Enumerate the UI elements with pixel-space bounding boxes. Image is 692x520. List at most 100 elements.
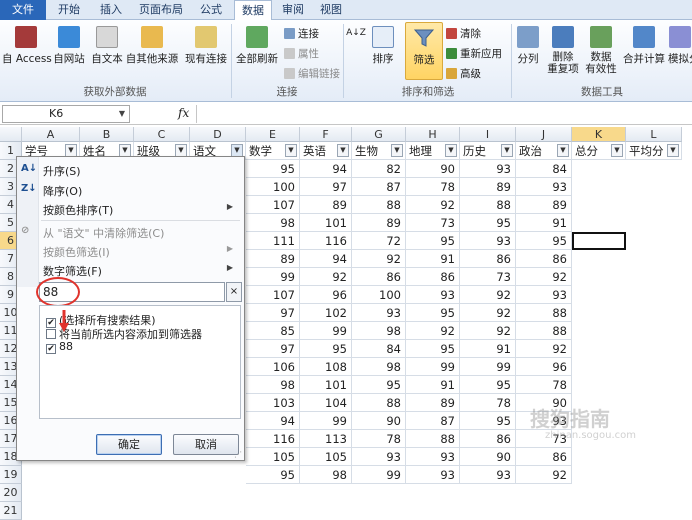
filter-dropdown-icon[interactable]: ▼ [285, 144, 297, 157]
column-header-g[interactable]: G [352, 127, 406, 142]
data-cell[interactable]: 95 [406, 304, 460, 322]
data-cell[interactable]: 88 [352, 394, 406, 412]
data-cell[interactable]: 105 [300, 448, 352, 466]
row-header-19[interactable]: 19 [0, 466, 22, 484]
data-cell[interactable]: 72 [352, 232, 406, 250]
column-header-c[interactable]: C [134, 127, 190, 142]
data-cell[interactable]: 97 [246, 340, 300, 358]
filter-dropdown-icon[interactable]: ▼ [445, 144, 457, 157]
from-access-button[interactable]: 自 Access [2, 26, 52, 66]
data-cell[interactable]: 95 [406, 340, 460, 358]
data-cell[interactable]: 92 [460, 322, 516, 340]
data-cell[interactable]: 104 [300, 394, 352, 412]
header-cell[interactable]: 生物 ▼ [352, 142, 406, 160]
data-cell[interactable]: 95 [352, 376, 406, 394]
data-cell[interactable]: 95 [246, 160, 300, 178]
data-cell[interactable]: 93 [406, 466, 460, 484]
data-cell[interactable]: 92 [406, 196, 460, 214]
tab-file[interactable]: 文件 [0, 0, 46, 20]
data-cell[interactable]: 89 [246, 250, 300, 268]
active-cell-k6[interactable] [572, 232, 626, 250]
data-cell[interactable]: 98 [352, 358, 406, 376]
tab-review[interactable]: 审阅 [276, 0, 310, 20]
data-cell[interactable]: 99 [352, 466, 406, 484]
filter-dropdown-icon[interactable]: ▼ [667, 144, 679, 157]
data-cell[interactable]: 93 [460, 232, 516, 250]
sort-az-button[interactable]: A↓Z [346, 28, 366, 38]
data-cell[interactable]: 82 [352, 160, 406, 178]
data-cell[interactable]: 99 [300, 322, 352, 340]
data-cell[interactable]: 91 [406, 250, 460, 268]
data-cell[interactable]: 95 [406, 232, 460, 250]
data-cell[interactable]: 85 [246, 322, 300, 340]
column-header-k[interactable]: K [572, 127, 626, 142]
data-cell[interactable]: 99 [300, 412, 352, 430]
data-cell[interactable]: 93 [460, 160, 516, 178]
data-cell[interactable]: 92 [460, 286, 516, 304]
data-cell[interactable]: 86 [460, 250, 516, 268]
header-cell[interactable]: 平均分 ▼ [626, 142, 682, 160]
refresh-all-button[interactable]: 全部刷新 [234, 26, 280, 66]
data-cell[interactable]: 93 [406, 286, 460, 304]
data-cell[interactable]: 111 [246, 232, 300, 250]
column-header-d[interactable]: D [190, 127, 246, 142]
filter-dropdown-icon[interactable]: ▼ [611, 144, 623, 157]
data-cell[interactable]: 99 [406, 358, 460, 376]
existing-connections-button[interactable]: 现有连接 [184, 26, 228, 66]
resize-grip-icon[interactable]: ⋰ [234, 450, 242, 459]
checkbox[interactable] [46, 329, 56, 339]
header-cell[interactable]: 地理 ▼ [406, 142, 460, 160]
data-cell[interactable]: 101 [300, 376, 352, 394]
data-cell[interactable]: 93 [352, 304, 406, 322]
data-cell[interactable]: 78 [516, 376, 572, 394]
data-cell[interactable]: 73 [406, 214, 460, 232]
data-cell[interactable]: 89 [300, 196, 352, 214]
data-cell[interactable]: 87 [352, 178, 406, 196]
filter-button[interactable]: 筛选 [405, 22, 443, 80]
data-cell[interactable]: 86 [406, 268, 460, 286]
data-cell[interactable]: 95 [246, 466, 300, 484]
tab-page-layout[interactable]: 页面布局 [132, 0, 190, 20]
menu-item-sort-descending[interactable]: 降序(O) [43, 183, 82, 199]
data-cell[interactable]: 95 [460, 376, 516, 394]
data-cell[interactable]: 92 [406, 322, 460, 340]
reapply-button[interactable]: 重新应用 [446, 46, 502, 61]
checkbox[interactable]: ✔ [46, 344, 56, 354]
data-cell[interactable]: 95 [460, 412, 516, 430]
data-cell[interactable]: 98 [352, 322, 406, 340]
data-cell[interactable]: 93 [406, 448, 460, 466]
data-cell[interactable]: 107 [246, 286, 300, 304]
data-cell[interactable]: 73 [460, 268, 516, 286]
data-cell[interactable]: 100 [352, 286, 406, 304]
data-cell[interactable]: 108 [300, 358, 352, 376]
data-cell[interactable]: 92 [516, 268, 572, 286]
fx-icon[interactable]: fx [178, 106, 189, 120]
data-cell[interactable]: 91 [406, 376, 460, 394]
data-cell[interactable]: 105 [246, 448, 300, 466]
column-header-f[interactable]: F [300, 127, 352, 142]
data-cell[interactable]: 107 [246, 196, 300, 214]
data-cell[interactable]: 94 [246, 412, 300, 430]
data-cell[interactable]: 97 [246, 304, 300, 322]
data-cell[interactable]: 78 [352, 430, 406, 448]
text-to-columns-button[interactable]: 分列 [514, 26, 542, 66]
properties-button[interactable]: 属性 [284, 46, 319, 61]
row-header-21[interactable]: 21 [0, 502, 22, 520]
data-cell[interactable]: 98 [246, 376, 300, 394]
tab-formulas[interactable]: 公式 [192, 0, 230, 20]
column-header-a[interactable]: A [22, 127, 80, 142]
data-cell[interactable]: 88 [516, 304, 572, 322]
column-header-j[interactable]: J [516, 127, 572, 142]
data-cell[interactable]: 84 [352, 340, 406, 358]
cancel-button[interactable]: 取消 [173, 434, 239, 455]
from-text-button[interactable]: 自文本 [88, 26, 126, 66]
header-cell[interactable]: 英语 ▼ [300, 142, 352, 160]
data-cell[interactable]: 89 [516, 196, 572, 214]
name-box[interactable]: K6 ▼ [2, 105, 130, 123]
data-cell[interactable]: 84 [516, 160, 572, 178]
menu-item-clear-filter[interactable]: 从 "语文" 中清除筛选(C) [43, 225, 164, 241]
data-cell[interactable]: 100 [246, 178, 300, 196]
data-cell[interactable]: 99 [460, 358, 516, 376]
data-cell[interactable]: 95 [300, 340, 352, 358]
data-cell[interactable]: 106 [246, 358, 300, 376]
